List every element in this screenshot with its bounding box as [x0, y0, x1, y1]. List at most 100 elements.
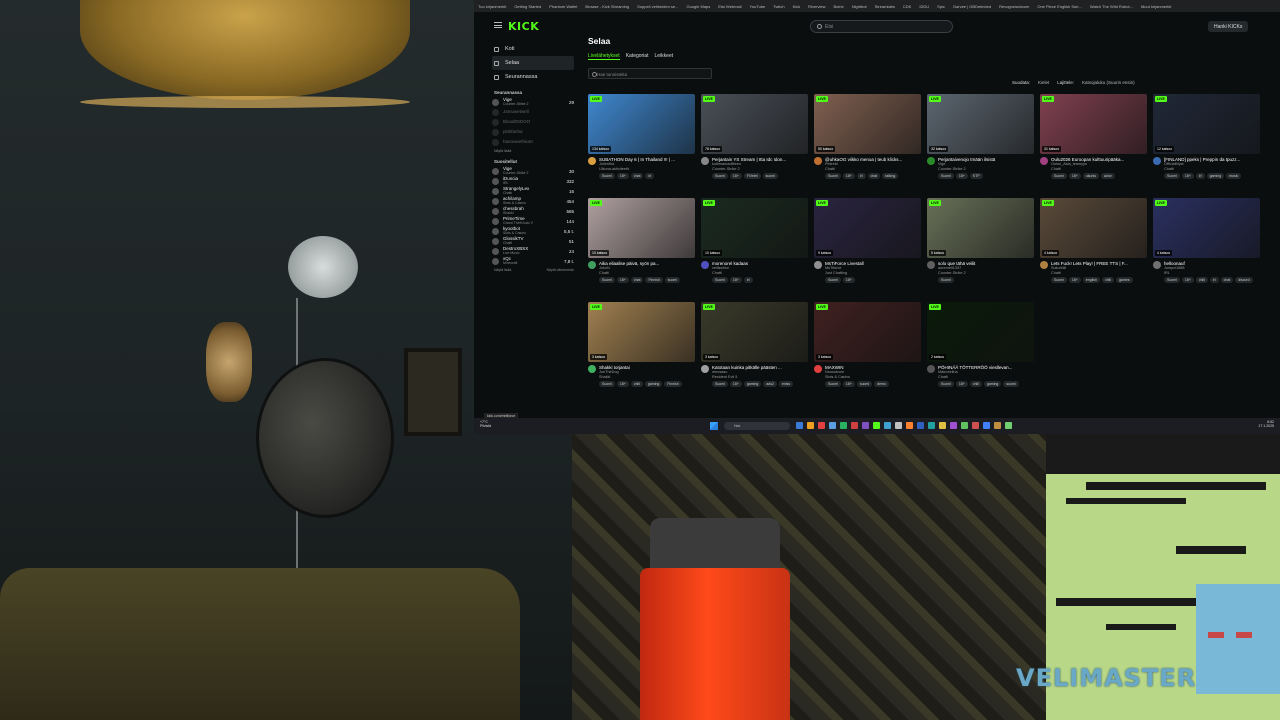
tag-chip[interactable]: Suomi — [712, 276, 728, 283]
tag-chip[interactable]: Suomi — [599, 276, 615, 283]
language-dropdown[interactable]: Kielet — [1038, 80, 1049, 85]
streamer-avatar[interactable] — [1153, 157, 1161, 165]
stream-category[interactable]: Chatti — [938, 375, 1034, 379]
taskbar-app-icon[interactable] — [928, 422, 935, 429]
stream-thumbnail[interactable]: LIVE 134 katsoo — [588, 94, 695, 154]
stream-card[interactable]: LIVE 3 katsoo MAXWIN Nousutcom Slots & Casin… — [814, 302, 921, 402]
stream-category[interactable]: Slots & Casino — [825, 375, 921, 379]
stream-thumbnail[interactable]: LIVE 78 katsoo — [701, 94, 808, 154]
tag-chip[interactable]: 18+ — [1181, 172, 1194, 179]
bookmark-item[interactable]: Twitch — [773, 4, 784, 9]
tag-chip[interactable]: actor — [1100, 172, 1115, 179]
bookmark-item[interactable]: Riverview — [808, 4, 825, 9]
windows-start-icon[interactable] — [710, 422, 718, 430]
sidebar-channel[interactable]: Jamuwetwell — [492, 107, 574, 117]
tag-chip[interactable]: chat — [867, 172, 881, 179]
taskbar-app-icon[interactable] — [1005, 422, 1012, 429]
sidebar-channel[interactable]: chessbrah Shakki 565 — [492, 206, 574, 216]
stream-thumbnail[interactable]: LIVE 9 katsoo — [814, 198, 921, 258]
tag-chip[interactable]: Suomi — [599, 380, 615, 387]
taskbar-app-icon[interactable] — [818, 422, 825, 429]
sidebar-channel[interactable]: StrangelyLex Chatti 16 — [492, 186, 574, 196]
stream-category[interactable]: Counter-Strike 2 — [712, 167, 808, 171]
stream-card[interactable]: LIVE 3 katsoo Katotaan kuinka pitkälle pää… — [701, 302, 808, 402]
taskbar-app-icon[interactable] — [851, 422, 858, 429]
taskbar-app-icon[interactable] — [950, 422, 957, 429]
tag-chip[interactable]: 18+ — [616, 172, 629, 179]
taskbar-clock[interactable]: 6:52 17.1.2025 — [1258, 420, 1274, 429]
tag-chip[interactable]: gaming — [983, 380, 1002, 387]
stream-category[interactable]: Chatti — [825, 167, 921, 171]
tag-chip[interactable]: irl — [1195, 172, 1205, 179]
bookmark-item[interactable]: Browse - Kick Streaming — [585, 4, 629, 9]
tag-chip[interactable]: music — [1226, 172, 1242, 179]
bookmark-item[interactable]: Tuo kirjanmerkit — [478, 4, 506, 9]
tag-chip[interactable]: irl — [645, 172, 655, 179]
sidebar-channel[interactable]: kyootbot Slots & Casino 5,5 t. — [492, 226, 574, 236]
streamer-avatar[interactable] — [1153, 261, 1161, 269]
tag-chip[interactable]: suomi — [856, 380, 873, 387]
streamer-avatar[interactable] — [588, 157, 596, 165]
stream-card[interactable]: LIVE 4 katsoo helloonauf Jumpcl1688 IRL Suomi… — [1153, 198, 1260, 298]
tab-livestreams[interactable]: Livelähetykset — [588, 53, 620, 60]
sidebar-channel[interactable]: achilamp Slots & Casino 454 — [492, 196, 574, 206]
tag-chip[interactable]: games — [1115, 276, 1133, 283]
bookmark-item[interactable]: Streamlabs — [875, 4, 895, 9]
tag-chip[interactable]: Finnish — [645, 276, 663, 283]
tag-chip[interactable]: discord — [1235, 276, 1253, 283]
stream-thumbnail[interactable]: LIVE 10 katsoo — [701, 198, 808, 258]
bookmark-item[interactable]: Watch The Wild Robot... — [1090, 4, 1133, 9]
bookmark-item[interactable]: One Piece English Sub... — [1037, 4, 1081, 9]
bookmark-item[interactable]: Getting Started — [514, 4, 541, 9]
tag-chip[interactable]: gaming — [743, 380, 762, 387]
sidebar-channel[interactable]: Vige Counter-Strike 2 30 — [492, 166, 574, 176]
taskbar-app-icon[interactable] — [972, 422, 979, 429]
tag-chip[interactable]: suomi — [664, 276, 681, 283]
streamer-avatar[interactable] — [701, 157, 709, 165]
bookmark-item[interactable]: Botriv — [834, 4, 844, 9]
stream-thumbnail[interactable]: LIVE 50 katsoo — [814, 94, 921, 154]
following-show-more[interactable]: Näytä lisää — [494, 149, 574, 153]
streamer-avatar[interactable] — [1040, 157, 1048, 165]
bookmark-item[interactable]: Spic — [937, 4, 945, 9]
taskbar-app-icon[interactable] — [994, 422, 1001, 429]
streamer-avatar[interactable] — [927, 365, 935, 373]
bookmark-item[interactable]: Muut kirjanmerkit — [1141, 4, 1171, 9]
tag-chip[interactable]: KTP — [969, 172, 983, 179]
taskbar-app-icon[interactable] — [884, 422, 891, 429]
tag-filter-input[interactable]: Hae tunnisteita — [588, 68, 712, 79]
tag-chip[interactable]: 18+ — [616, 380, 629, 387]
stream-thumbnail[interactable]: LIVE 4 katsoo — [1040, 198, 1147, 258]
tag-chip[interactable]: irl — [1209, 276, 1219, 283]
stream-thumbnail[interactable]: LIVE 3 katsoo — [588, 302, 695, 362]
taskbar-app-icon[interactable] — [895, 422, 902, 429]
taskbar-search[interactable]: Hae — [724, 422, 790, 430]
tag-chip[interactable]: chill — [969, 380, 982, 387]
streamer-avatar[interactable] — [927, 157, 935, 165]
taskbar-app-icon[interactable] — [961, 422, 968, 429]
tag-chip[interactable]: 18+ — [842, 172, 855, 179]
tag-chip[interactable]: irl — [856, 172, 866, 179]
tag-chip[interactable]: talking — [882, 172, 899, 179]
tag-chip[interactable]: Suomi — [599, 172, 615, 179]
tab-clips[interactable]: Leikkeet — [654, 53, 673, 60]
stream-card[interactable]: LIVE 12 katsoo [FINLAND] ppeks | Preppin d… — [1153, 94, 1260, 194]
tag-chip[interactable]: chill — [1101, 276, 1114, 283]
stream-thumbnail[interactable]: LIVE 5 katsoo — [927, 198, 1034, 258]
sidebar-channel[interactable]: pinkfanha — [492, 127, 574, 137]
tag-chip[interactable]: 18+ — [1181, 276, 1194, 283]
streamer-avatar[interactable] — [588, 365, 596, 373]
stream-thumbnail[interactable]: LIVE 4 katsoo — [1153, 198, 1260, 258]
menu-icon[interactable] — [494, 22, 502, 28]
streamer-avatar[interactable] — [814, 365, 822, 373]
kick-logo[interactable]: KICK — [508, 20, 539, 33]
tag-chip[interactable]: Suomi — [712, 380, 728, 387]
nav-item-home[interactable]: Koti — [492, 42, 574, 56]
sidebar-channel[interactable]: DestroXBSX Live Music 24 — [492, 246, 574, 256]
tag-chip[interactable]: irl — [743, 276, 753, 283]
stream-card[interactable]: LIVE 134 katsoo SUBATHON Day 6 | In Thaila… — [588, 94, 695, 194]
tag-chip[interactable]: Suomi — [825, 380, 841, 387]
tag-chip[interactable]: 18+ — [729, 276, 742, 283]
taskbar-app-icon[interactable] — [906, 422, 913, 429]
weather-widget[interactable]: +7°C Pilvistä — [480, 420, 491, 429]
